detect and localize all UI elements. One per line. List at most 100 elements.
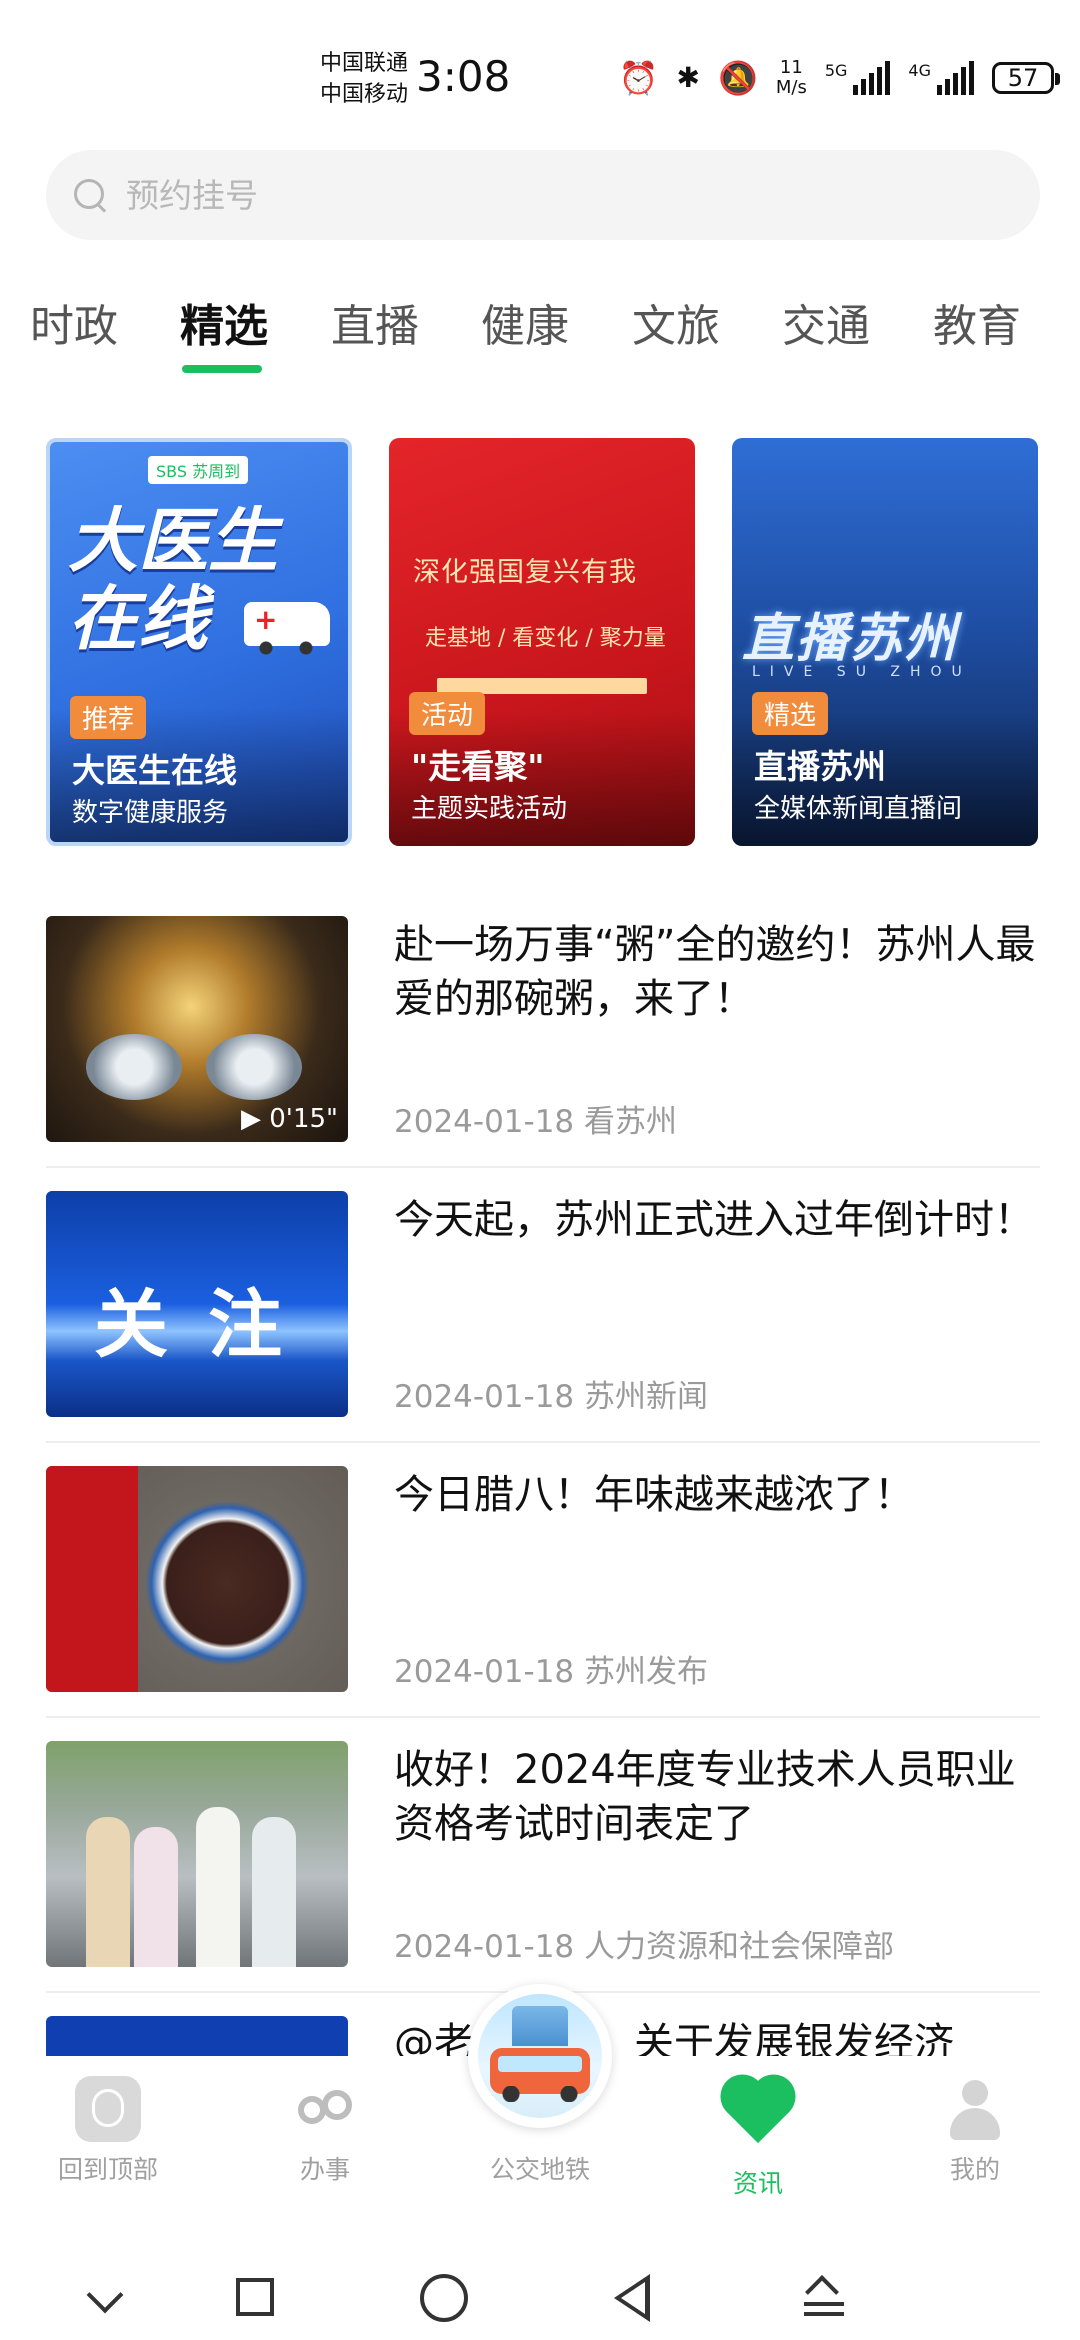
- news-thumbnail: ▶ 0'15": [46, 916, 348, 1142]
- news-thumbnail: [46, 1466, 348, 1692]
- bluetooth-icon: ✱: [676, 61, 701, 94]
- news-item[interactable]: 关注 今天起，苏州正式进入过年倒计时！ 2024-01-18 苏州新闻: [46, 1191, 1040, 1466]
- news-date: 2024-01-18: [394, 1379, 575, 1415]
- heart-icon-wrap: [725, 2080, 791, 2156]
- news-item[interactable]: 收好！2024年度专业技术人员职业资格考试时间表定了 2024-01-18 人力…: [46, 1741, 1040, 2016]
- heart-icon: [726, 2080, 790, 2144]
- back-icon[interactable]: [604, 2270, 664, 2330]
- search-icon: [74, 179, 106, 211]
- carrier-1: 中国联通: [320, 51, 409, 76]
- banner-art-line1: 直播苏州: [742, 609, 959, 669]
- video-duration: ▶ 0'15": [241, 1104, 338, 1134]
- thumbnail-text: 关注: [94, 1282, 322, 1368]
- nav-transit[interactable]: 公交地铁: [460, 2076, 620, 2186]
- carrier-2: 中国移动: [320, 82, 409, 107]
- speed-unit: M/s: [775, 77, 807, 98]
- tab-jiaotong[interactable]: 交通: [782, 290, 870, 354]
- search-bar[interactable]: [46, 150, 1040, 240]
- status-icons: ⏰ ✱ 🔕 11 M/s 5G 4G 57: [619, 58, 1060, 98]
- bus-icon-building: [512, 2006, 568, 2046]
- transit-icon-spacer: [507, 2076, 573, 2142]
- banner-doctor-online[interactable]: SBS 苏周到 大医生在线 推荐 大医生在线 数字健康服务: [46, 438, 352, 846]
- news-source: 看苏州: [584, 1104, 678, 1140]
- active-tab-indicator: [182, 365, 262, 373]
- nav-news[interactable]: 资讯: [678, 2076, 838, 2200]
- status-bar: 中国联通 中国移动 3:08 ⏰ ✱ 🔕 11 M/s 5G 4G 57: [0, 0, 1080, 150]
- nav-label: 资讯: [732, 2169, 783, 2198]
- banner-title: 大医生在线: [72, 751, 237, 790]
- news-meta: 2024-01-18 人力资源和社会保障部: [394, 1921, 894, 1966]
- news-meta: 2024-01-18 看苏州: [394, 1096, 677, 1141]
- status-time: 3:08: [416, 52, 511, 101]
- news-title: 今日腊八！年味越来越浓了！: [394, 1472, 914, 1518]
- news-source: 苏州新闻: [584, 1379, 709, 1415]
- banner-art-line2: LIVE SU ZHOU: [752, 664, 972, 680]
- tab-zhibo[interactable]: 直播: [331, 290, 419, 354]
- back-to-top-icon: [75, 2076, 141, 2142]
- recents-icon[interactable]: [228, 2270, 288, 2330]
- news-thumbnail: [46, 1741, 348, 1967]
- news-thumbnail: [46, 2016, 348, 2056]
- news-source: 人力资源和社会保障部: [584, 1929, 895, 1965]
- tab-shizheng[interactable]: 时政: [30, 290, 118, 354]
- services-icon: [292, 2076, 358, 2142]
- tab-jingxuan[interactable]: 精选: [180, 290, 268, 354]
- bowl-image: [206, 1034, 302, 1100]
- signal-icon-2: 4G: [908, 61, 974, 95]
- news-date: 2024-01-18: [394, 1104, 575, 1140]
- banner-tag: 精选: [752, 692, 829, 735]
- bottom-navigation: 回到顶部 办事 公交地铁 资讯 我的: [0, 1984, 1080, 2240]
- user-icon: [942, 2076, 1008, 2142]
- news-item[interactable]: 今日腊八！年味越来越浓了！ 2024-01-18 苏州发布: [46, 1466, 1040, 1741]
- nav-label: 公交地铁: [489, 2155, 590, 2184]
- news-title: 收好！2024年度专业技术人员职业资格考试时间表定了: [394, 1747, 1016, 1847]
- home-icon[interactable]: [416, 2270, 476, 2330]
- signal-icon: 5G: [825, 61, 891, 95]
- nav-label: 回到顶部: [57, 2155, 158, 2184]
- nav-services[interactable]: 办事: [245, 2076, 405, 2186]
- banner-title: "走看聚": [411, 747, 545, 786]
- expand-up-icon[interactable]: [796, 2270, 856, 2330]
- battery-level: 57: [1007, 64, 1039, 92]
- divider: [46, 1166, 1040, 1168]
- person-image: [134, 1827, 178, 1967]
- nav-back-to-top[interactable]: 回到顶部: [28, 2076, 188, 2186]
- ambulance-icon: [244, 602, 330, 655]
- news-source: 苏州发布: [584, 1654, 709, 1690]
- banner-zoukanju[interactable]: 深化强国复兴有我 走基地 / 看变化 / 聚力量 活动 "走看聚" 主题实践活动: [389, 438, 695, 846]
- couplet-image: [46, 1466, 138, 1692]
- network-type-1: 5G: [824, 61, 848, 80]
- news-meta: 2024-01-18 苏州新闻: [394, 1371, 708, 1416]
- carrier-names: 中国联通 中国移动: [320, 48, 408, 110]
- bowl-image: [86, 1034, 182, 1100]
- system-navigation-bar: [0, 2240, 1080, 2340]
- banner-live-suzhou[interactable]: 直播苏州 LIVE SU ZHOU 精选 直播苏州 全媒体新闻直播间: [732, 438, 1038, 846]
- person-image: [196, 1807, 240, 1967]
- news-meta: 2024-01-18 苏州发布: [394, 1646, 708, 1691]
- banner-tag: 推荐: [70, 696, 147, 739]
- tab-wenlv[interactable]: 文旅: [632, 290, 720, 354]
- divider: [46, 1716, 1040, 1718]
- battery-icon: 57: [992, 62, 1060, 94]
- news-date: 2024-01-18: [394, 1654, 575, 1690]
- banner-title: 直播苏州: [754, 747, 886, 786]
- network-speed: 11 M/s: [776, 58, 807, 98]
- person-image: [86, 1817, 130, 1967]
- nav-label: 办事: [299, 2155, 350, 2184]
- news-item[interactable]: ▶ 0'15" 赴一场万事“粥”全的邀约！苏州人最爱的那碗粥，来了！ 2024-…: [46, 916, 1040, 1191]
- tab-jiaoyu[interactable]: 教育: [933, 290, 1021, 354]
- network-type-2: 4G: [908, 61, 931, 80]
- banner-tag: 活动: [409, 692, 486, 735]
- news-title: 赴一场万事“粥”全的邀约！苏州人最爱的那碗粥，来了！: [394, 922, 1036, 1022]
- banner-art-line2: 走基地 / 看变化 / 聚力量: [425, 626, 666, 651]
- banner-subtitle: 数字健康服务: [72, 798, 229, 828]
- tab-jiankang[interactable]: 健康: [481, 290, 569, 354]
- divider: [46, 1441, 1040, 1443]
- nav-label: 我的: [949, 2155, 1000, 2184]
- banner-subtitle: 全媒体新闻直播间: [754, 794, 963, 824]
- search-input[interactable]: [124, 174, 988, 216]
- nav-profile[interactable]: 我的: [895, 2076, 1055, 2186]
- news-date: 2024-01-18: [394, 1929, 575, 1965]
- banner-logo: SBS 苏周到: [148, 456, 249, 484]
- chevron-down-icon[interactable]: [78, 2270, 138, 2330]
